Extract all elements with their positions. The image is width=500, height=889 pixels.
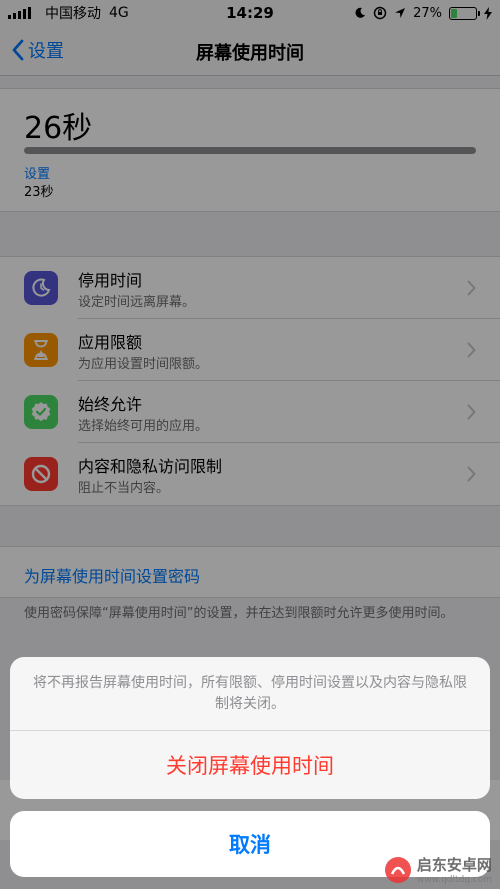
action-sheet: 将不再报告屏幕使用时间，所有限额、停用时间设置以及内容与隐私限制将关闭。 关闭屏… bbox=[10, 657, 490, 799]
turn-off-screen-time-button[interactable]: 关闭屏幕使用时间 bbox=[10, 731, 490, 799]
watermark-url: www.qdltdq.com bbox=[416, 875, 492, 885]
watermark-title: 启东安卓网 bbox=[416, 856, 492, 874]
watermark: 启东安卓网 www.qdltdq.com bbox=[383, 854, 492, 885]
action-sheet-message: 将不再报告屏幕使用时间，所有限额、停用时间设置以及内容与隐私限制将关闭。 bbox=[10, 657, 490, 731]
watermark-logo-icon bbox=[384, 856, 411, 883]
